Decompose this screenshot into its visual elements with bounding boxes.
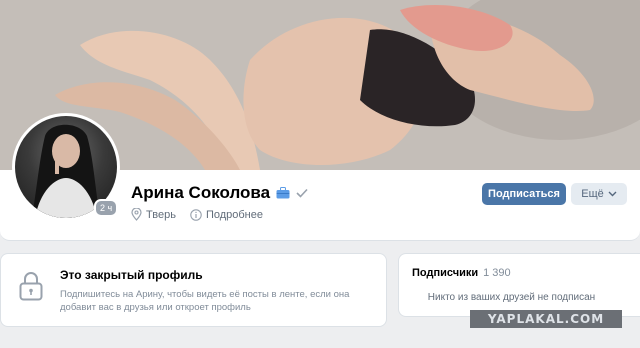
location-pin-icon	[131, 208, 142, 221]
profile-info-row: Тверь Подробнее	[131, 208, 263, 221]
subscribers-count: 1 390	[483, 267, 511, 279]
chevron-down-icon	[608, 191, 617, 197]
private-profile-title: Это закрытый профиль	[60, 268, 203, 282]
subscribers-empty-text: Никто из ваших друзей не подписан	[427, 292, 596, 303]
more-label: Ещё	[581, 188, 604, 200]
private-profile-description: Подпишитесь на Арину, чтобы видеть её по…	[60, 289, 350, 313]
details-label: Подробнее	[205, 208, 263, 221]
profile-name: Арина Соколова	[131, 183, 271, 202]
info-icon	[190, 208, 202, 221]
city-label: Тверь	[146, 208, 176, 221]
details-link[interactable]: Подробнее	[190, 209, 263, 221]
briefcase-icon[interactable]	[276, 187, 290, 199]
name-row: Арина Соколова	[131, 183, 308, 203]
subscribers-card: Подписчики 1 390 Никто из ваших друзей н…	[398, 253, 640, 317]
subscribe-button[interactable]: Подписаться	[482, 183, 566, 205]
watermark: YAPLAKAL.COM	[470, 310, 622, 328]
profile-header-card: 2 ч Арина Соколова Тверь Подробнее Подпи…	[0, 0, 640, 241]
subscribers-header[interactable]: Подписчики 1 390	[412, 267, 511, 279]
online-status-badge: 2 ч	[94, 199, 119, 217]
subscribers-title: Подписчики	[412, 267, 479, 279]
more-button[interactable]: Ещё	[571, 183, 627, 205]
checkmark-icon	[296, 188, 308, 198]
private-profile-card: Это закрытый профиль Подпишитесь на Арин…	[0, 253, 387, 327]
lock-icon	[19, 272, 43, 301]
city-item: Тверь	[131, 208, 176, 221]
